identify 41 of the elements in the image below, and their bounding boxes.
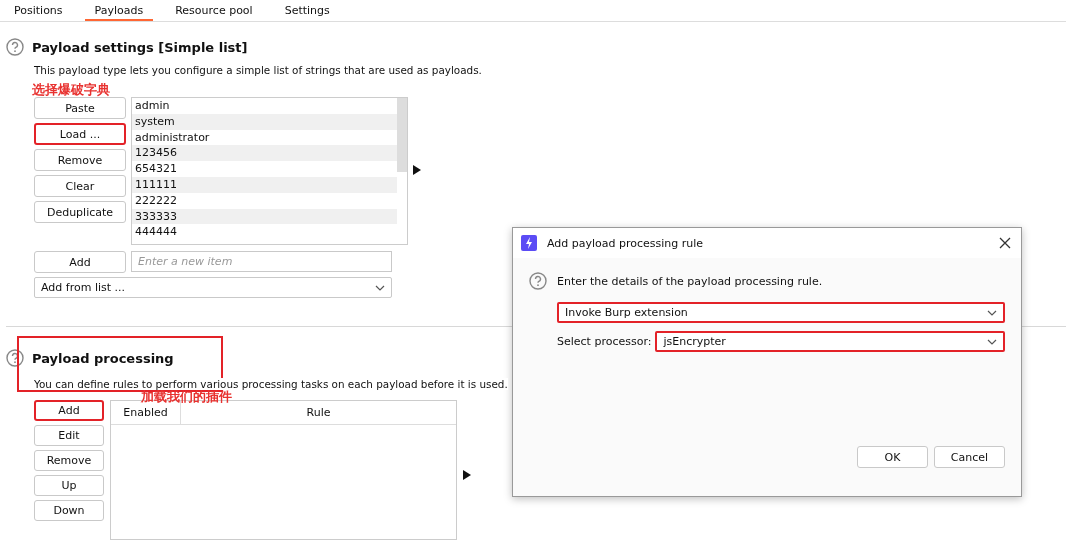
expand-arrow-icon[interactable]: [413, 165, 421, 175]
rule-button[interactable]: Edit: [34, 425, 104, 446]
rule-button[interactable]: Down: [34, 500, 104, 521]
section-title: Payload settings [Simple list]: [32, 39, 248, 55]
list-button[interactable]: Deduplicate: [34, 201, 126, 223]
help-icon[interactable]: [6, 349, 24, 367]
dialog-button[interactable]: OK: [857, 446, 928, 468]
list-item[interactable]: 123456: [132, 145, 397, 162]
chevron-down-icon: [375, 284, 385, 291]
rule-button[interactable]: Remove: [34, 450, 104, 471]
new-item-field[interactable]: Enter a new item: [131, 251, 392, 272]
expand-arrow-icon[interactable]: [463, 470, 471, 480]
chevron-down-icon: [987, 338, 997, 345]
section-description: You can define rules to perform various processing tasks on each payload before it is used.: [34, 378, 508, 390]
help-icon[interactable]: [6, 38, 24, 56]
lightning-app-icon: [521, 235, 537, 251]
dialog-button[interactable]: Cancel: [934, 446, 1005, 468]
dialog-prompt: Enter the details of the payload processing rule.: [557, 274, 823, 288]
add-from-list-dropdown[interactable]: Add from list ...: [34, 277, 392, 298]
section-title: Payload processing: [32, 350, 174, 366]
rule-type-dropdown[interactable]: Invoke Burp extension: [557, 302, 1005, 323]
tab[interactable]: Settings: [274, 0, 340, 21]
tab[interactable]: Payloads: [84, 0, 154, 21]
processor-dropdown[interactable]: jsEncrypter: [655, 331, 1005, 352]
annotation-text: 选择爆破字典: [32, 81, 111, 99]
tab[interactable]: Resource pool: [165, 0, 263, 21]
rule-button[interactable]: Add: [34, 400, 104, 421]
list-button[interactable]: Load ...: [34, 123, 126, 145]
dialog-title: Add payload processing rule: [547, 236, 705, 250]
processor-label: Select processor:: [557, 335, 652, 348]
list-button[interactable]: Paste: [34, 97, 126, 119]
scrollbar-thumb[interactable]: [397, 98, 407, 172]
list-button[interactable]: Clear: [34, 175, 126, 197]
close-icon[interactable]: [999, 237, 1011, 249]
section-description: This payload type lets you configure a simple list of strings that are used as payloads.: [34, 64, 483, 76]
add-button[interactable]: Add: [34, 251, 126, 273]
tab[interactable]: Positions: [4, 0, 73, 21]
help-icon[interactable]: [529, 272, 547, 290]
list-button[interactable]: Remove: [34, 149, 126, 171]
chevron-down-icon: [987, 309, 997, 316]
rule-button[interactable]: Up: [34, 475, 104, 496]
